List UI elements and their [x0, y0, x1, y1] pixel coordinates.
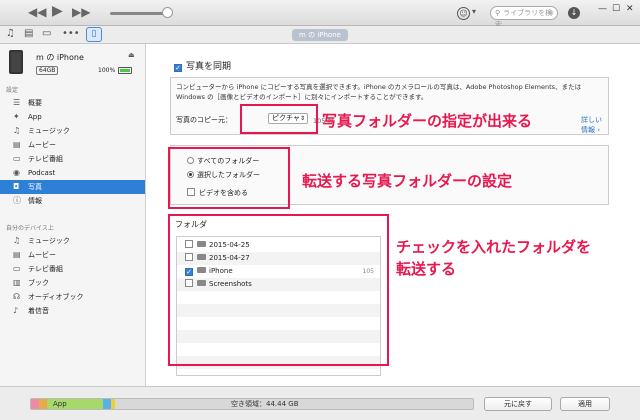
sidebar-item-podcast[interactable]: ◉ Podcast [0, 166, 145, 180]
copy-source-label: 写真のコピー元： [176, 116, 232, 124]
capacity-badge: 64GB [36, 66, 59, 75]
clear-search-icon[interactable]: ⊗ [548, 7, 554, 19]
sidebar-item-device-tv[interactable]: ▭ テレビ番組 [0, 262, 145, 276]
sidebar-item-summary[interactable]: ☰ 概要 [0, 96, 145, 110]
capacity-segment [39, 399, 47, 409]
music-icon: ♫ [13, 236, 21, 245]
sync-photos-row[interactable]: ✓ 写真を同期 [174, 59, 231, 72]
capacity-free-label: 空き領域：44.44 GB [231, 400, 299, 408]
volume-knob[interactable] [162, 7, 173, 18]
movie-icon: ▤ [13, 140, 21, 149]
play-icon[interactable]: ▶ [52, 3, 63, 19]
iphone-icon[interactable]: ▯ [86, 27, 102, 42]
apply-button[interactable]: 適用 [560, 397, 610, 411]
sync-description: コンピューターから iPhone にコピーする写真を選択できます。iPhone … [176, 83, 582, 101]
iphone-device-image [9, 50, 23, 74]
annotation-folder-list-line2: 転送する [396, 260, 457, 278]
annotation-box-copy-source [240, 104, 318, 134]
app-icon: ✦ [13, 112, 20, 121]
annotation-box-folder-options [168, 147, 290, 209]
close-button[interactable]: ✕ [626, 4, 634, 14]
tv-icon: ▭ [13, 154, 21, 163]
movie-icon[interactable]: ▤ [24, 28, 33, 39]
annotation-folder-options: 転送する写真フォルダーの設定 [302, 172, 513, 190]
navigation-bar: ♫ ▤ ▭ ••• ▯ m の iPhone [0, 26, 640, 44]
search-icon: ⚲ [495, 9, 501, 17]
sidebar-item-device-ringtones[interactable]: ♪ 着信音 [0, 304, 145, 318]
podcast-icon: ◉ [13, 168, 20, 177]
battery-percent: 100% [98, 67, 116, 74]
sync-photos-checkbox[interactable]: ✓ [174, 64, 182, 72]
search-input[interactable]: ⚲ ライブラリを検索 ⊗ [490, 6, 558, 29]
sidebar: m の iPhone ⏏ 64GB 100% 設定 ☰ 概要 ✦ App ♫ ミュージ… [0, 44, 146, 386]
settings-section-label: 設定 [6, 87, 19, 94]
bell-icon: ♪ [13, 306, 19, 315]
chevron-down-icon[interactable]: ▾ [472, 7, 476, 16]
revert-button[interactable]: 元に戻す [484, 397, 552, 411]
sync-photos-label: 写真を同期 [186, 62, 232, 72]
sidebar-item-app[interactable]: ✦ App [0, 110, 145, 124]
title-bar: ◀◀ ▶ ▶▶ ☺ ▾ ⚲ ライブラリを検索 ⊗ ↓ — ☐ ✕ [0, 0, 640, 29]
sidebar-item-movies[interactable]: ▤ ムービー [0, 138, 145, 152]
device-label[interactable]: m の iPhone [292, 29, 348, 41]
volume-slider[interactable] [110, 12, 168, 15]
ondevice-section-label: 自分のデバイス上 [6, 225, 54, 232]
sidebar-item-tv[interactable]: ▭ テレビ番組 [0, 152, 145, 166]
audiobook-icon: ☊ [13, 292, 21, 301]
minimize-button[interactable]: — [598, 4, 607, 14]
sidebar-item-info[interactable]: ⓘ 情報 [0, 194, 145, 208]
sidebar-item-device-movies[interactable]: ▤ ムービー [0, 248, 145, 262]
sidebar-item-photos[interactable]: ◘ 写真 [0, 180, 145, 194]
device-name: m の iPhone [36, 53, 84, 62]
sidebar-item-device-audiobooks[interactable]: ☊ オーディオブック [0, 290, 145, 304]
maximize-button[interactable]: ☐ [612, 4, 620, 14]
eject-icon[interactable]: ⏏ [128, 51, 135, 59]
more-icon[interactable]: ••• [62, 28, 80, 39]
tv-icon[interactable]: ▭ [42, 28, 51, 39]
summary-icon: ☰ [13, 98, 21, 107]
user-icon[interactable]: ☺ [457, 7, 470, 20]
status-bar: App 空き領域：44.44 GB 元に戻す 適用 [0, 386, 640, 420]
fast-forward-icon[interactable]: ▶▶ [72, 5, 90, 19]
tv-icon: ▭ [13, 264, 21, 273]
annotation-folder-list-line1: チェックを入れたフォルダを [396, 238, 592, 256]
sidebar-item-device-music[interactable]: ♫ ミュージック [0, 234, 145, 248]
capacity-segment [31, 399, 39, 409]
annotation-copy-source: 写真フォルダーの指定が出来る [322, 112, 533, 130]
book-icon: ▥ [13, 278, 21, 287]
more-info-link[interactable]: 詳しい情報 › [581, 115, 608, 135]
info-icon: ⓘ [13, 196, 21, 205]
camera-icon: ◘ [13, 182, 20, 191]
annotation-box-folder-list [168, 214, 389, 366]
battery-icon [118, 67, 132, 74]
capacity-app-label: App [53, 400, 67, 408]
capacity-segment [103, 399, 111, 409]
music-icon: ♫ [13, 126, 21, 135]
chevron-right-icon: › [597, 126, 601, 134]
music-icon[interactable]: ♫ [6, 28, 15, 39]
rewind-icon[interactable]: ◀◀ [28, 5, 46, 19]
sidebar-item-music[interactable]: ♫ ミュージック [0, 124, 145, 138]
movie-icon: ▤ [13, 250, 21, 259]
sidebar-item-device-books[interactable]: ▥ ブック [0, 276, 145, 290]
capacity-bar: App 空き領域：44.44 GB [30, 398, 474, 410]
download-icon[interactable]: ↓ [568, 7, 580, 19]
